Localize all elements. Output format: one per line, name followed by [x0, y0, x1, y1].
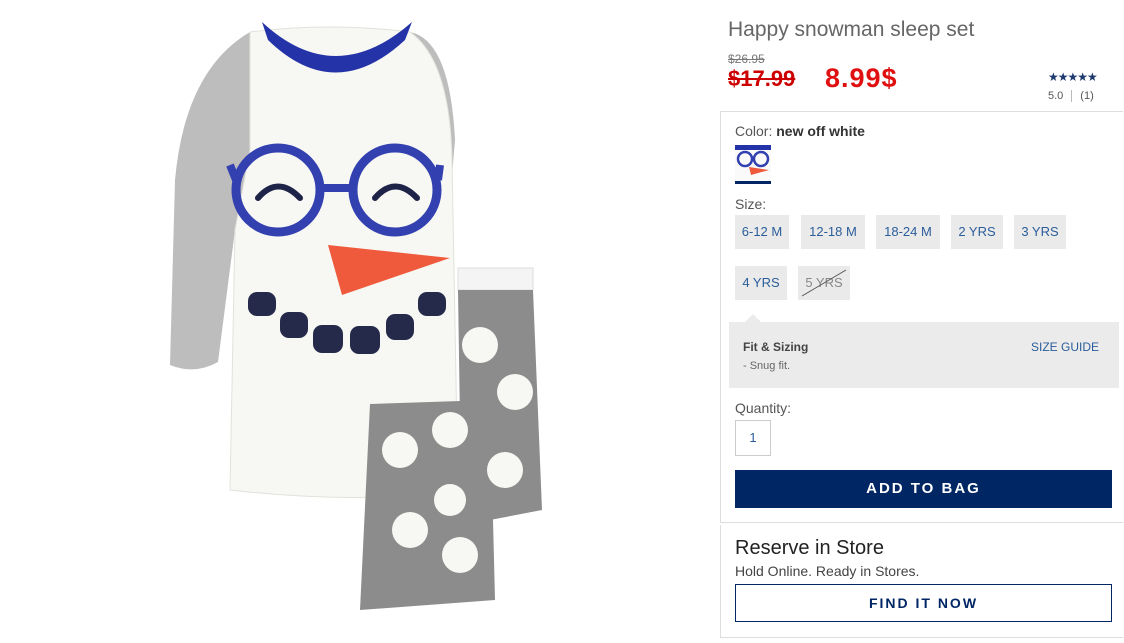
- quantity-label: Quantity:: [735, 400, 792, 416]
- add-to-bag-button[interactable]: ADD TO BAG: [735, 470, 1112, 508]
- color-swatch[interactable]: [735, 145, 771, 184]
- size-option-3yrs[interactable]: 3 YRS: [1014, 215, 1066, 249]
- product-title: Happy snowman sleep set: [728, 18, 975, 41]
- reserve-title: Reserve in Store: [735, 537, 884, 559]
- color-label: Color: new off white: [735, 123, 865, 139]
- review-count[interactable]: (1): [1080, 90, 1093, 102]
- size-option-4yrs[interactable]: 4 YRS: [735, 266, 787, 300]
- size-guide-link[interactable]: SIZE GUIDE: [1031, 340, 1099, 354]
- selected-color: new off white: [776, 123, 865, 139]
- rating-value: 5.0: [1048, 90, 1064, 102]
- fit-sizing-title: Fit & Sizing: [743, 340, 809, 354]
- sale-price: $17.99: [728, 66, 796, 91]
- size-option-18-24m[interactable]: 18-24 M: [876, 215, 940, 249]
- unavailable-slash-icon: [801, 269, 847, 297]
- size-option-2yrs[interactable]: 2 YRS: [951, 215, 1003, 249]
- divider: [1071, 90, 1073, 103]
- fit-sizing-box: Fit & Sizing SIZE GUIDE - Snug fit.: [729, 314, 1119, 388]
- purchase-panel: Color: new off white Size: 6-12 M 12-18 …: [720, 111, 1123, 523]
- quantity-field[interactable]: 1: [735, 420, 771, 456]
- reserve-in-store: Reserve in Store Hold Online. Ready in S…: [720, 525, 1123, 638]
- size-option-12-18m[interactable]: 12-18 M: [801, 215, 865, 249]
- original-price: $26.95: [728, 52, 765, 66]
- find-it-now-button[interactable]: FIND IT NOW: [735, 584, 1112, 622]
- fit-note: - Snug fit.: [743, 360, 791, 372]
- product-details: Happy snowman sleep set $26.95 $17.99 8.…: [720, 0, 1124, 638]
- rating-stars[interactable]: ★★★★★: [1048, 70, 1098, 84]
- size-label: Size:: [735, 196, 767, 212]
- size-option-5yrs-unavailable: 5 YRS: [798, 266, 850, 300]
- product-image: [150, 0, 620, 638]
- reserve-subtitle: Hold Online. Ready in Stores.: [735, 563, 920, 579]
- new-price-annotation: 8.99$: [825, 63, 898, 93]
- rating-summary[interactable]: 5.0 (1): [1048, 90, 1094, 103]
- size-option-6-12m[interactable]: 6-12 M: [735, 215, 789, 249]
